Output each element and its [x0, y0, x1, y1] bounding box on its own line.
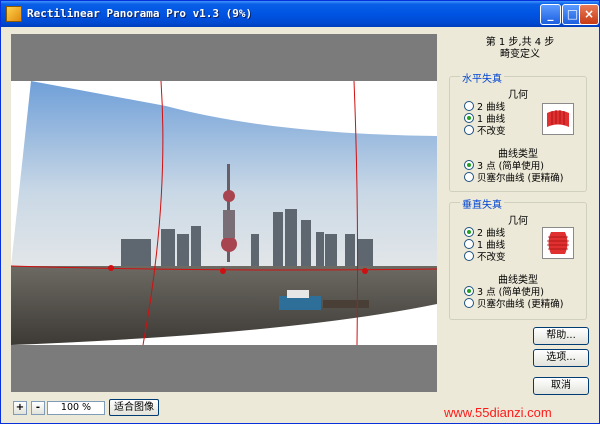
vertical-curve-type-title: 曲线类型	[498, 275, 538, 286]
vertical-geometry-title: 几何	[508, 216, 528, 227]
radio-button[interactable]	[464, 113, 474, 123]
vertical-curve-option-bezier[interactable]: 贝塞尔曲线 (更精确)	[464, 298, 563, 310]
zoom-out-button[interactable]: -	[31, 401, 45, 415]
vertical-curve-option-3-point[interactable]: 3 点 (简单使用)	[464, 286, 544, 298]
vertical-geometry-option-2-curves[interactable]: 2 曲线	[464, 227, 505, 239]
zoom-level-field[interactable]: 100 %	[47, 401, 105, 415]
vertical-geometry-option-1-curve[interactable]: 1 曲线	[464, 239, 505, 251]
radio-button[interactable]	[464, 251, 474, 261]
radio-button[interactable]	[464, 239, 474, 249]
radio-button[interactable]	[464, 160, 474, 170]
control-point-center	[220, 268, 226, 274]
watermark-text: www.55dianzi.com	[438, 403, 598, 423]
vertical-preview-icon	[542, 227, 574, 259]
horizontal-distortion-group: 水平失真 几何 2 曲线 1 曲线 不改变 曲线类型 3 点 (简单使用) 贝塞…	[449, 70, 587, 192]
minimize-button[interactable]: _	[540, 4, 561, 25]
close-button[interactable]: ×	[579, 4, 599, 25]
zoom-in-button[interactable]: +	[13, 401, 27, 415]
horizontal-curve-option-bezier[interactable]: 贝塞尔曲线 (更精确)	[464, 172, 563, 184]
horizontal-geometry-option-2-curves[interactable]: 2 曲线	[464, 101, 505, 113]
horizontal-geometry-title: 几何	[508, 90, 528, 101]
horizontal-geometry-option-1-curve[interactable]: 1 曲线	[464, 113, 505, 125]
radio-button[interactable]	[464, 227, 474, 237]
radio-button[interactable]	[464, 101, 474, 111]
vertical-geometry-option-none[interactable]: 不改变	[464, 251, 506, 263]
horizontal-geometry-option-none[interactable]: 不改变	[464, 125, 506, 137]
panorama-image	[11, 80, 437, 346]
radio-button[interactable]	[464, 125, 474, 135]
help-button[interactable]: 帮助...	[533, 327, 589, 345]
horizontal-distortion-legend: 水平失真	[460, 70, 504, 85]
options-button[interactable]: 选项...	[533, 349, 589, 367]
title-bar[interactable]: Rectilinear Panorama Pro v1.3 (9%) _ □ ×	[1, 1, 599, 27]
control-point-left	[108, 265, 114, 271]
horizontal-curve-type-title: 曲线类型	[498, 149, 538, 160]
vertical-distortion-legend: 垂直失真	[460, 196, 504, 211]
radio-button[interactable]	[464, 286, 474, 296]
fit-image-button[interactable]: 适合图像	[109, 399, 159, 416]
horizontal-preview-icon	[542, 103, 574, 135]
radio-button[interactable]	[464, 172, 474, 182]
control-point-right	[362, 268, 368, 274]
vertical-distortion-group: 垂直失真 几何 2 曲线 1 曲线 不改变 曲线类型 3 点 (简单使用) 贝塞…	[449, 196, 587, 320]
horizontal-curve-option-3-point[interactable]: 3 点 (简单使用)	[464, 160, 544, 172]
app-window: Rectilinear Panorama Pro v1.3 (9%) _ □ ×	[0, 0, 600, 424]
window-title: Rectilinear Panorama Pro v1.3 (9%)	[27, 7, 253, 20]
panorama-canvas[interactable]	[11, 34, 437, 392]
app-icon	[6, 6, 22, 22]
cancel-button[interactable]: 取消	[533, 377, 589, 395]
step-title: 畸变定义	[500, 49, 540, 60]
radio-button[interactable]	[464, 298, 474, 308]
